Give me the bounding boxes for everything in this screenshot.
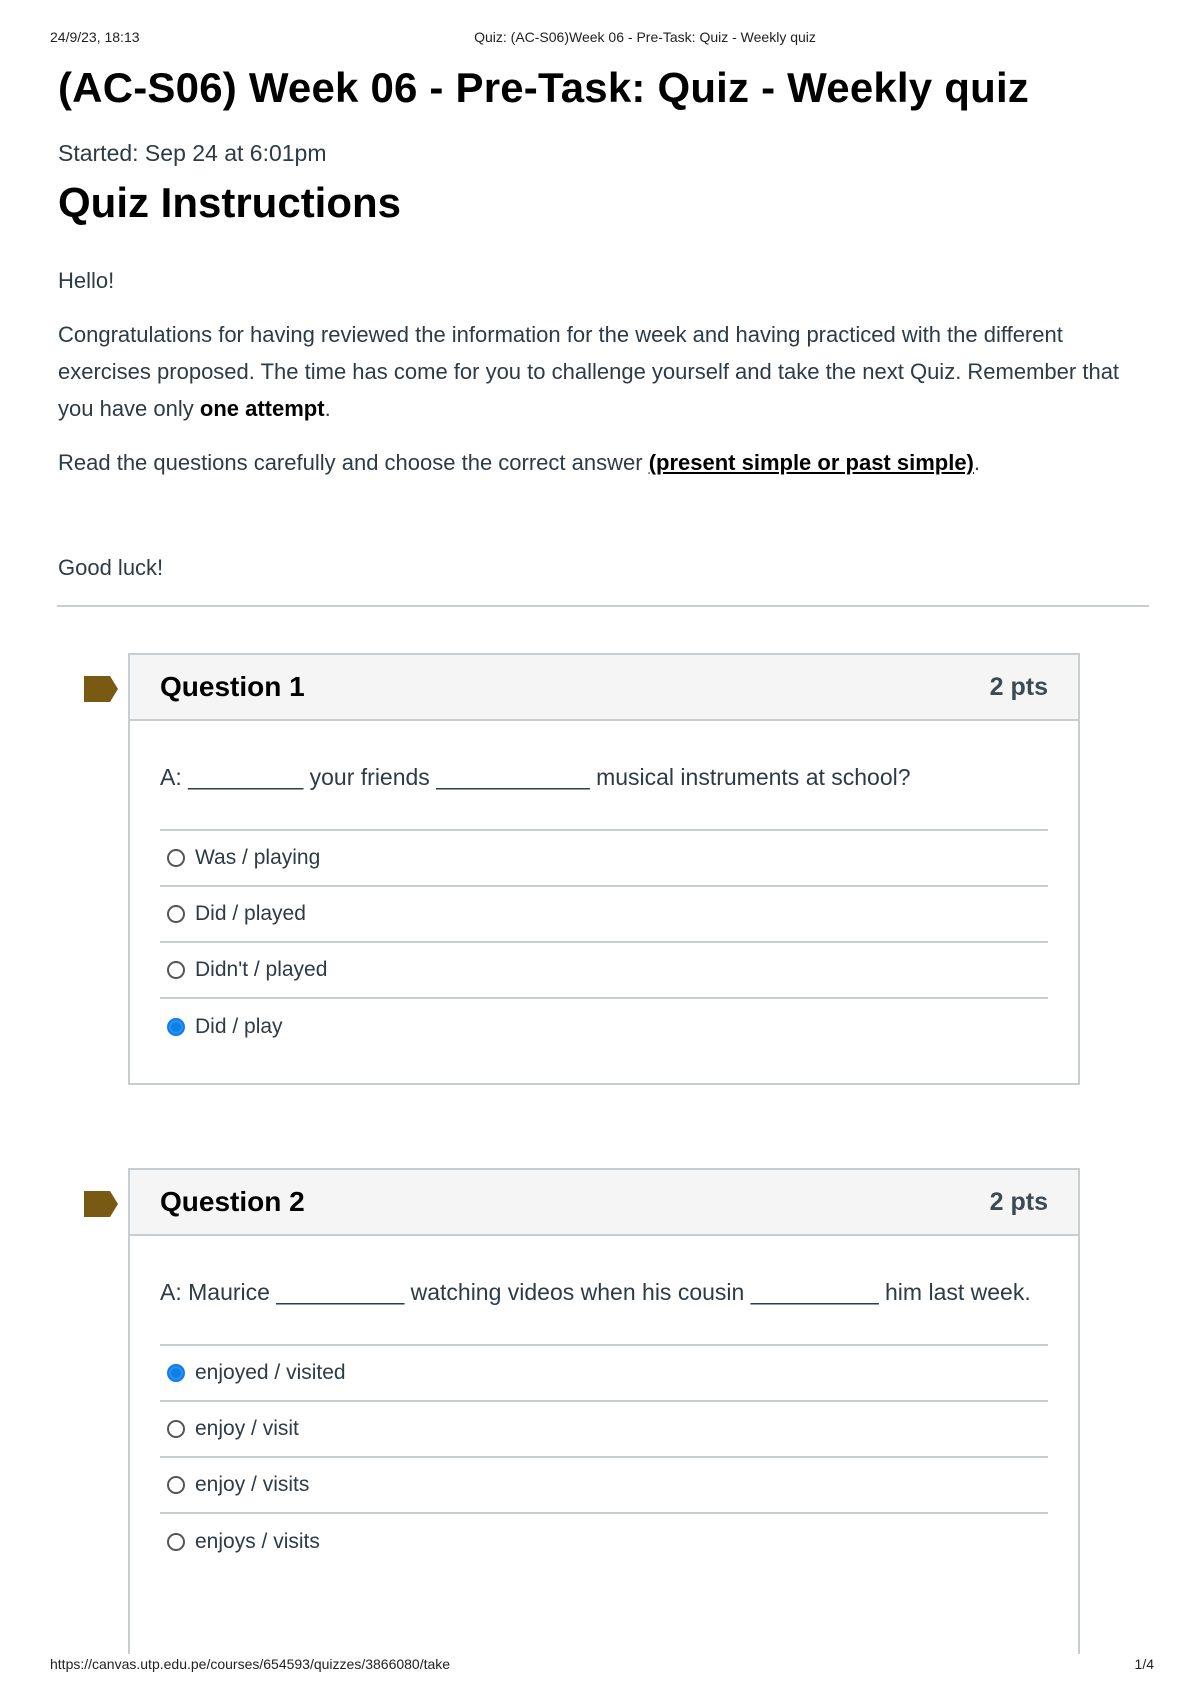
answer-option[interactable]: enjoys / visits <box>160 1514 1048 1570</box>
instructions-heading: Quiz Instructions <box>58 179 402 226</box>
closing: Good luck! <box>58 555 164 580</box>
radio-button[interactable] <box>167 1533 185 1551</box>
instructions-body: Hello! Congratulations for having review… <box>58 262 1152 586</box>
answer-label: enjoys / visits <box>195 1530 320 1553</box>
print-title: Quiz: (AC-S06)Week 06 - Pre-Task: Quiz -… <box>474 29 816 45</box>
answer-label: Did / played <box>195 902 306 925</box>
radio-button[interactable] <box>167 849 185 867</box>
answer-option[interactable]: Was / playing <box>160 831 1048 887</box>
answer-option[interactable]: Did / play <box>160 999 1048 1055</box>
instructions-paragraph-1: Congratulations for having reviewed the … <box>58 322 1120 421</box>
question-points: 2 pts <box>989 672 1048 701</box>
answer-label: enjoy / visits <box>195 1473 310 1496</box>
quiz-content: (AC-S06) Week 06 - Pre-Task: Quiz - Week… <box>57 58 1152 607</box>
divider <box>57 605 1149 607</box>
question-points: 2 pts <box>989 1187 1048 1216</box>
radio-button[interactable] <box>167 905 185 923</box>
answer-label: Didn't / played <box>195 958 328 981</box>
question-text: A: Maurice __________ watching videos wh… <box>160 1279 1031 1305</box>
quiz-started-time: Started: Sep 24 at 6:01pm <box>58 140 327 166</box>
answer-option[interactable]: Did / played <box>160 887 1048 943</box>
tense-emphasis: (present simple or past simple) <box>648 450 974 475</box>
one-attempt-emphasis: one attempt <box>199 396 325 421</box>
question-body: A: _________ your friends ____________ m… <box>130 721 1078 1083</box>
print-header: 24/9/23, 18:13 Quiz: (AC-S06)Week 06 - P… <box>0 29 1200 49</box>
radio-button-selected[interactable] <box>167 1364 185 1382</box>
answer-list: enjoyed / visited enjoy / visit enjoy / … <box>160 1344 1048 1570</box>
radio-button[interactable] <box>167 961 185 979</box>
question-title: Question 1 <box>160 671 305 702</box>
instructions-paragraph-2: Read the questions carefully and choose … <box>58 450 981 475</box>
radio-button[interactable] <box>167 1420 185 1438</box>
answer-list: Was / playing Did / played Didn't / play… <box>160 829 1048 1055</box>
question-title: Question 2 <box>160 1186 305 1217</box>
greeting: Hello! <box>58 268 115 293</box>
answer-option[interactable]: enjoyed / visited <box>160 1346 1048 1402</box>
answer-option[interactable]: enjoy / visits <box>160 1458 1048 1514</box>
answer-label: enjoyed / visited <box>195 1361 346 1384</box>
answer-label: Did / play <box>195 1015 283 1038</box>
question-header: Question 1 2 pts <box>130 655 1078 721</box>
question-1: Question 1 2 pts A: _________ your frien… <box>84 653 1080 1085</box>
question-2: Question 2 2 pts A: Maurice __________ w… <box>84 1168 1080 1654</box>
answer-option[interactable]: Didn't / played <box>160 943 1048 999</box>
answer-option[interactable]: enjoy / visit <box>160 1402 1048 1458</box>
page-url: https://canvas.utp.edu.pe/courses/654593… <box>50 1656 451 1672</box>
page-number: 1/4 <box>1134 1656 1154 1672</box>
question-text: A: _________ your friends ____________ m… <box>160 764 911 790</box>
radio-button-selected[interactable] <box>167 1018 185 1036</box>
quiz-title: (AC-S06) Week 06 - Pre-Task: Quiz - Week… <box>58 64 1030 111</box>
question-body: A: Maurice __________ watching videos wh… <box>130 1236 1078 1598</box>
question-header: Question 2 2 pts <box>130 1170 1078 1236</box>
answer-label: Was / playing <box>195 846 321 869</box>
answer-label: enjoy / visit <box>195 1417 299 1440</box>
radio-button[interactable] <box>167 1476 185 1494</box>
flag-icon[interactable] <box>84 676 118 702</box>
flag-icon[interactable] <box>84 1191 118 1217</box>
